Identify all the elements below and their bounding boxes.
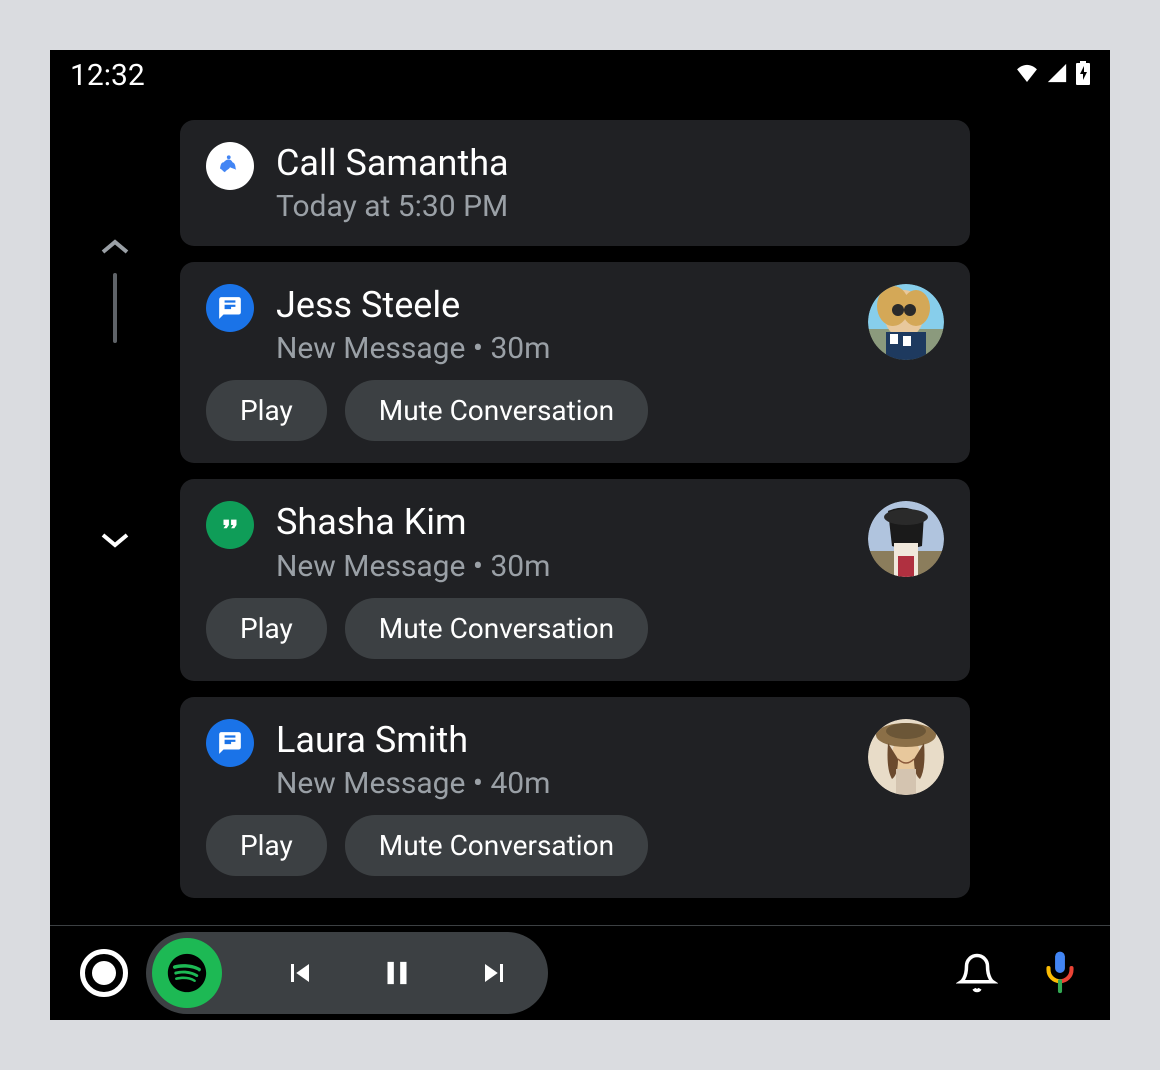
- contact-avatar: [868, 284, 944, 360]
- card-title: Call Samantha: [276, 142, 944, 185]
- next-track-button[interactable]: [476, 955, 512, 991]
- play-button[interactable]: Play: [206, 815, 327, 876]
- media-controls: [146, 932, 548, 1014]
- status-icons: [1016, 61, 1090, 89]
- card-subtitle: New Message • 40m: [276, 766, 846, 801]
- messages-icon: [206, 284, 254, 332]
- mute-button[interactable]: Mute Conversation: [345, 598, 648, 659]
- screen: 12:32: [50, 50, 1110, 1020]
- status-bar: 12:32: [50, 50, 1110, 100]
- scroll-rail: [50, 100, 180, 925]
- spotify-icon[interactable]: [152, 938, 222, 1008]
- previous-track-button[interactable]: [282, 955, 318, 991]
- card-subtitle: Today at 5:30 PM: [276, 189, 944, 224]
- notification-card-message[interactable]: Shasha Kim New Message • 30m: [180, 479, 970, 680]
- scroll-indicator: [113, 273, 117, 343]
- notification-list: Call Samantha Today at 5:30 PM Jess Stee…: [180, 100, 1110, 925]
- nav-bar: [50, 925, 1110, 1020]
- notification-card-reminder[interactable]: Call Samantha Today at 5:30 PM: [180, 120, 970, 246]
- scroll-up-button[interactable]: [100, 230, 130, 263]
- wifi-icon: [1016, 64, 1038, 86]
- notifications-button[interactable]: [956, 952, 998, 994]
- cellular-icon: [1046, 62, 1068, 88]
- card-title: Jess Steele: [276, 284, 846, 327]
- contact-avatar: [868, 501, 944, 577]
- notification-card-message[interactable]: Jess Steele New Message • 30m: [180, 262, 970, 463]
- launcher-button[interactable]: [80, 949, 128, 997]
- play-button[interactable]: Play: [206, 598, 327, 659]
- card-subtitle: New Message • 30m: [276, 331, 846, 366]
- voice-assistant-button[interactable]: [1040, 950, 1080, 996]
- pause-button[interactable]: [378, 954, 416, 992]
- battery-icon: [1076, 61, 1090, 89]
- reminder-icon: [206, 142, 254, 190]
- messages-icon: [206, 719, 254, 767]
- play-button[interactable]: Play: [206, 380, 327, 441]
- card-title: Shasha Kim: [276, 501, 846, 544]
- main-area: Call Samantha Today at 5:30 PM Jess Stee…: [50, 100, 1110, 925]
- card-title: Laura Smith: [276, 719, 846, 762]
- mute-button[interactable]: Mute Conversation: [345, 815, 648, 876]
- scroll-down-button[interactable]: [100, 523, 130, 556]
- hangouts-icon: [206, 501, 254, 549]
- status-time: 12:32: [70, 58, 145, 93]
- notification-card-message[interactable]: Laura Smith New Message • 40m: [180, 697, 970, 898]
- contact-avatar: [868, 719, 944, 795]
- card-subtitle: New Message • 30m: [276, 549, 846, 584]
- mute-button[interactable]: Mute Conversation: [345, 380, 648, 441]
